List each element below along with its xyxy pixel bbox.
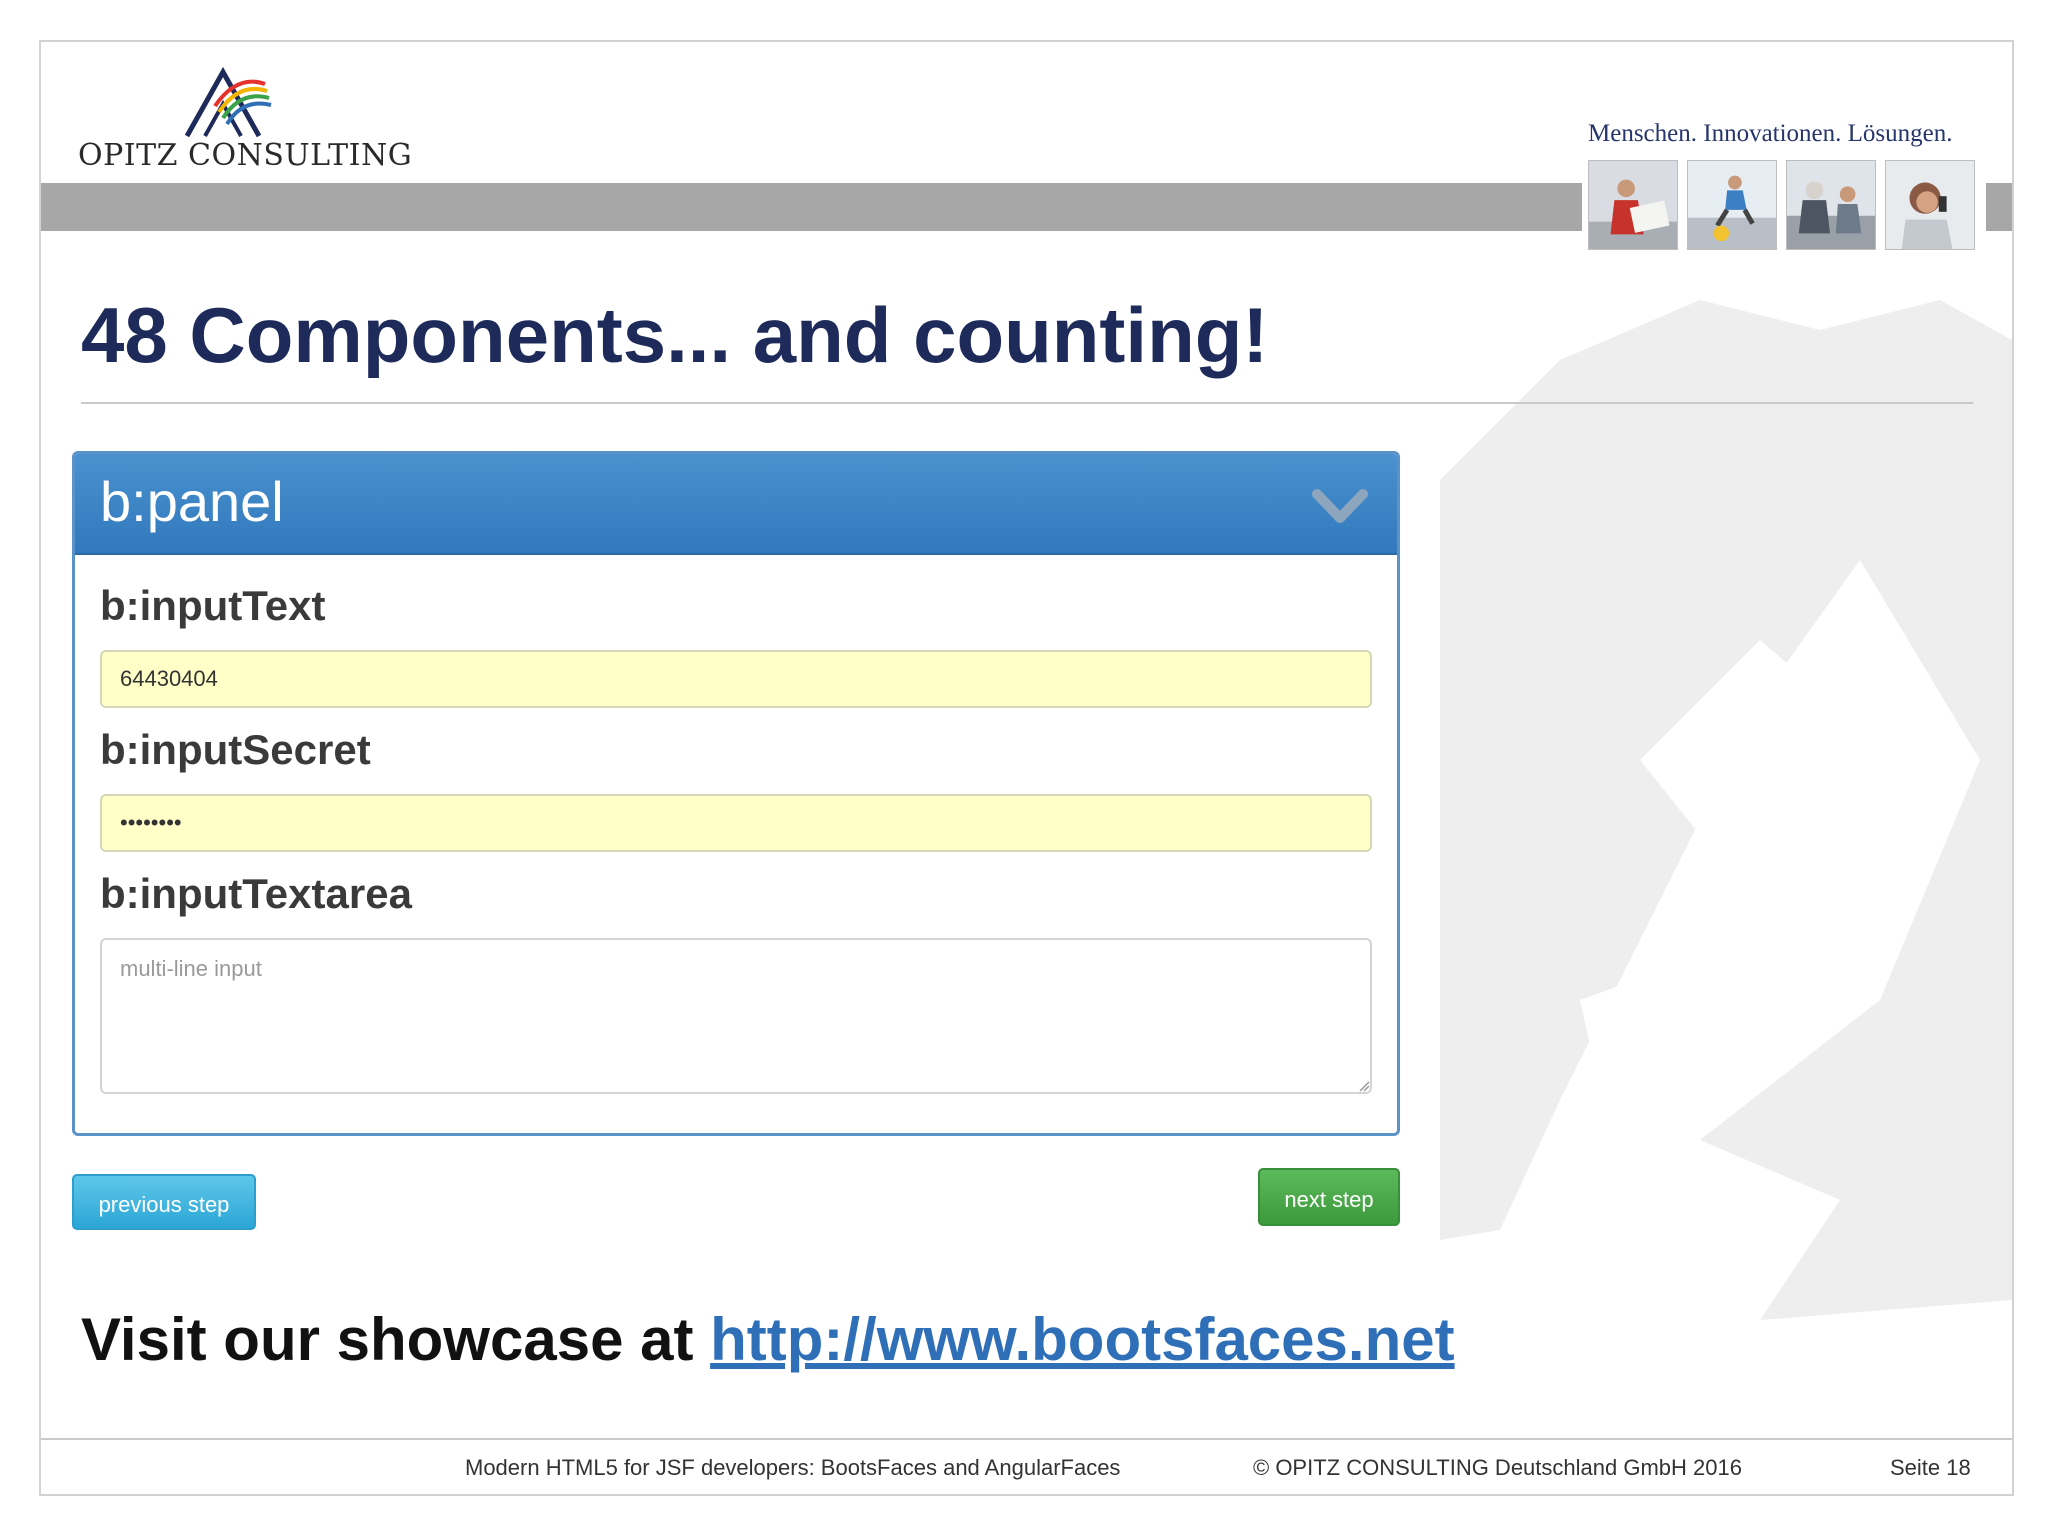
next-step-button[interactable]: next step: [1258, 1168, 1400, 1226]
photo-person-on-phone: [1885, 160, 1975, 250]
photo-grandparents-child: [1786, 160, 1876, 250]
previous-step-button[interactable]: previous step: [72, 1174, 256, 1230]
company-tagline: Menschen. Innovationen. Lösungen.: [1588, 120, 1953, 147]
input-text-field[interactable]: [100, 650, 1372, 708]
header-bar: [41, 183, 1582, 231]
input-text-label: b:inputText: [100, 582, 326, 629]
photo-child-jumping: [1687, 160, 1777, 250]
chevron-down-icon[interactable]: [1311, 486, 1369, 528]
input-textarea-label: b:inputTextarea: [100, 870, 412, 917]
photo-person-with-map: [1588, 160, 1678, 250]
header-photo-strip: [1588, 160, 1975, 250]
showcase-line: Visit our showcase at http://www.bootsfa…: [81, 1310, 1455, 1370]
title-divider: [81, 402, 1973, 404]
panel-header[interactable]: b:panel: [75, 454, 1397, 555]
input-textarea-field[interactable]: [100, 938, 1372, 1094]
bootsfaces-panel-screenshot: b:panel b:inputText b:inputSecret b:inpu…: [72, 451, 1400, 1136]
panel-title: b:panel: [100, 470, 284, 533]
footer-page-number: Seite 18: [1890, 1455, 1971, 1480]
footer-divider: [41, 1438, 2012, 1440]
showcase-link[interactable]: http://www.bootsfaces.net: [710, 1306, 1454, 1373]
footer-copyright: © OPITZ CONSULTING Deutschland GmbH 2016: [1253, 1455, 1742, 1480]
logo-text: OPITZ CONSULTING: [78, 138, 413, 173]
slide-title: 48 Components... and counting!: [81, 291, 1269, 379]
resize-grip-icon[interactable]: [1358, 1080, 1370, 1092]
footer-presentation-title: Modern HTML5 for JSF developers: BootsFa…: [465, 1455, 1121, 1480]
company-logo: OPITZ CONSULTING: [78, 66, 412, 176]
input-secret-label: b:inputSecret: [100, 726, 371, 773]
header-bar-end: [1986, 183, 2012, 231]
logo-mark-icon: [184, 66, 272, 138]
input-secret-field[interactable]: [100, 794, 1372, 852]
showcase-prefix: Visit our showcase at: [81, 1306, 711, 1373]
